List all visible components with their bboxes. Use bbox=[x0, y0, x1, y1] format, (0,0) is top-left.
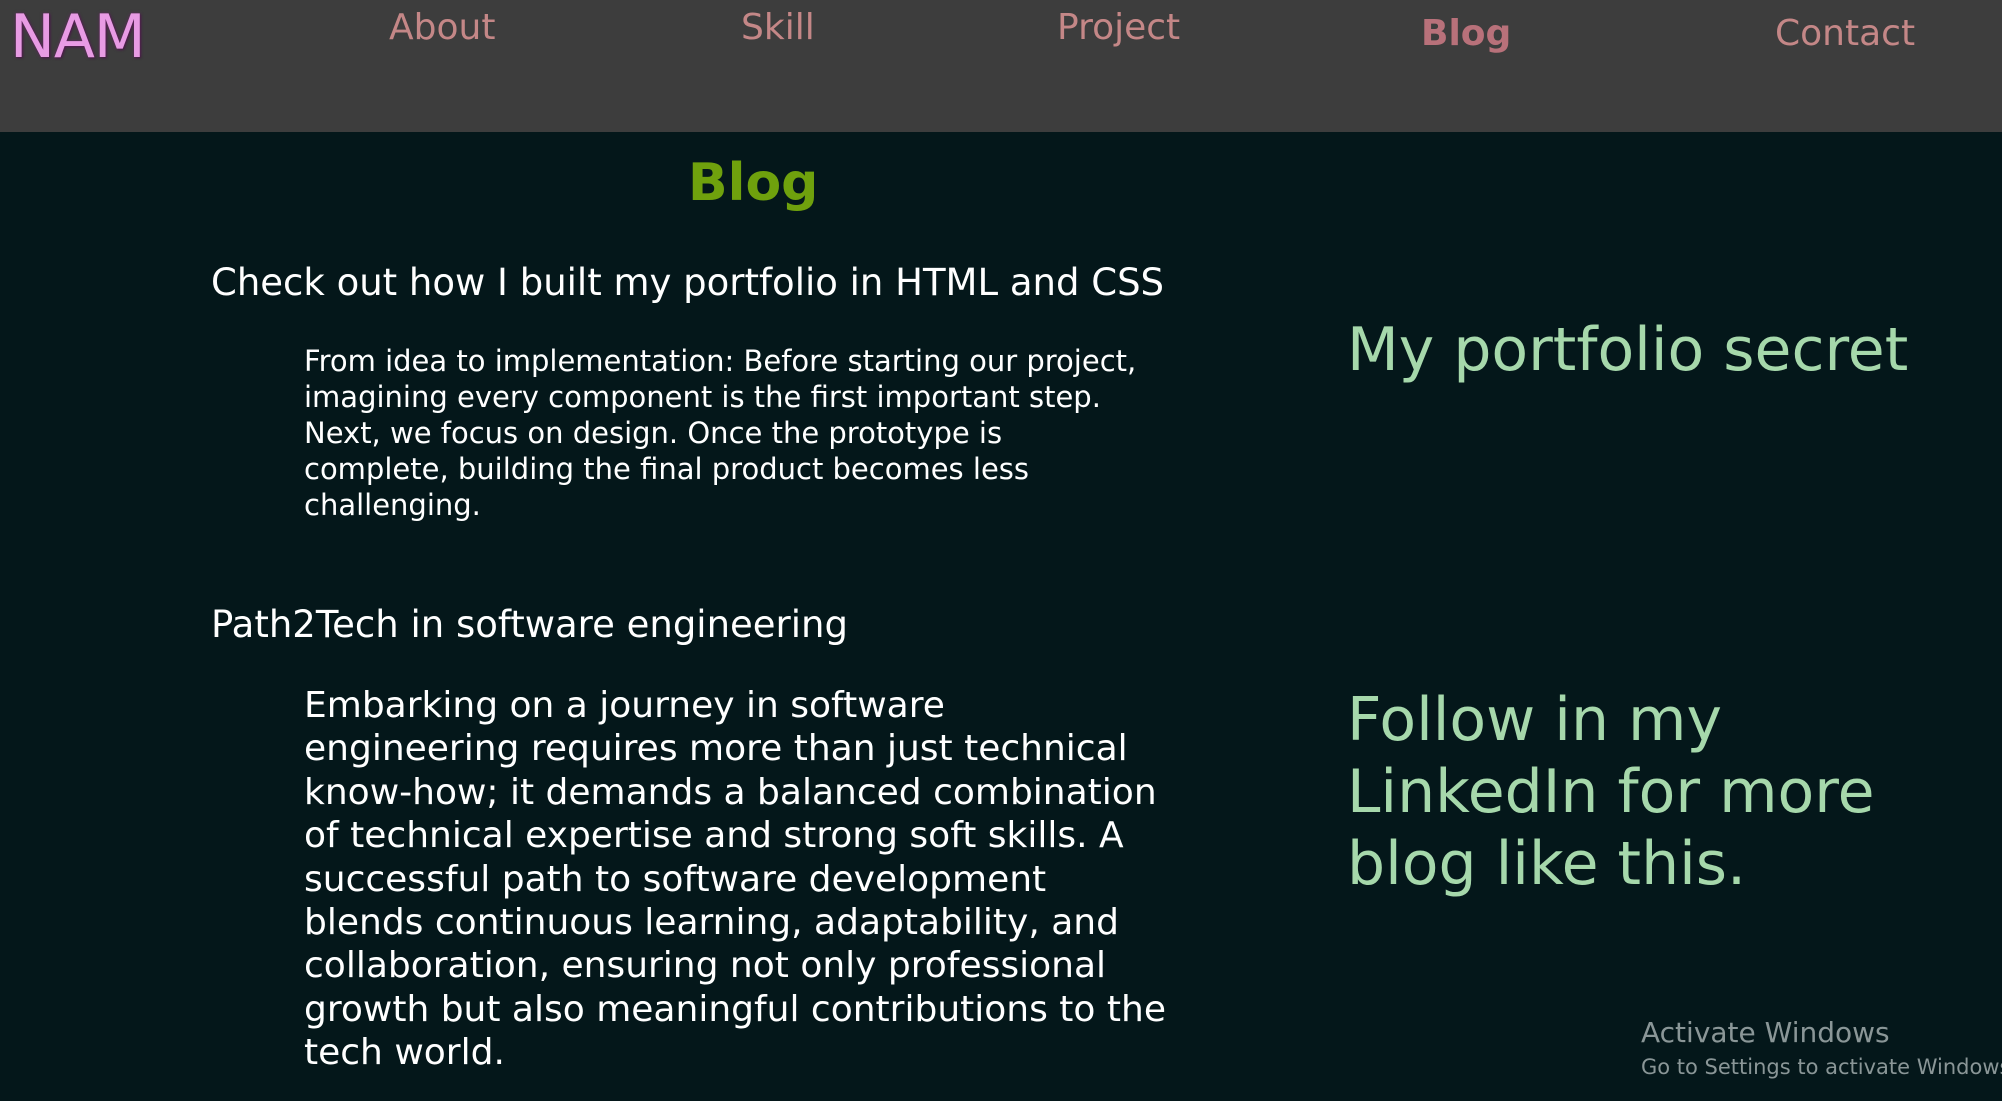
post-body-portfolio: From idea to implementation: Before star… bbox=[304, 344, 1137, 522]
activate-windows-subtitle: Go to Settings to activate Windows. bbox=[1641, 1055, 2002, 1079]
site-logo[interactable]: NAM bbox=[10, 2, 146, 72]
nav-link-about[interactable]: About bbox=[389, 6, 495, 50]
portfolio-secret-text: My portfolio secret bbox=[1347, 315, 1909, 385]
nav-link-contact[interactable]: Contact bbox=[1775, 12, 1915, 56]
activate-windows-title: Activate Windows bbox=[1641, 1016, 1890, 1049]
linkedin-follow-text: Follow in my LinkedIn for more blog like… bbox=[1347, 685, 1875, 899]
nav-link-project[interactable]: Project bbox=[1057, 6, 1180, 50]
top-navbar: NAM About Skill Project Blog Contact bbox=[0, 0, 2002, 132]
page-title: Blog bbox=[688, 153, 819, 213]
post-title-portfolio: Check out how I built my portfolio in HT… bbox=[211, 261, 1165, 304]
post-body-path2tech: Embarking on a journey in software engin… bbox=[304, 685, 1166, 1074]
nav-link-blog[interactable]: Blog bbox=[1421, 12, 1511, 56]
nav-link-skill[interactable]: Skill bbox=[741, 6, 815, 50]
post-title-path2tech: Path2Tech in software engineering bbox=[211, 603, 848, 646]
